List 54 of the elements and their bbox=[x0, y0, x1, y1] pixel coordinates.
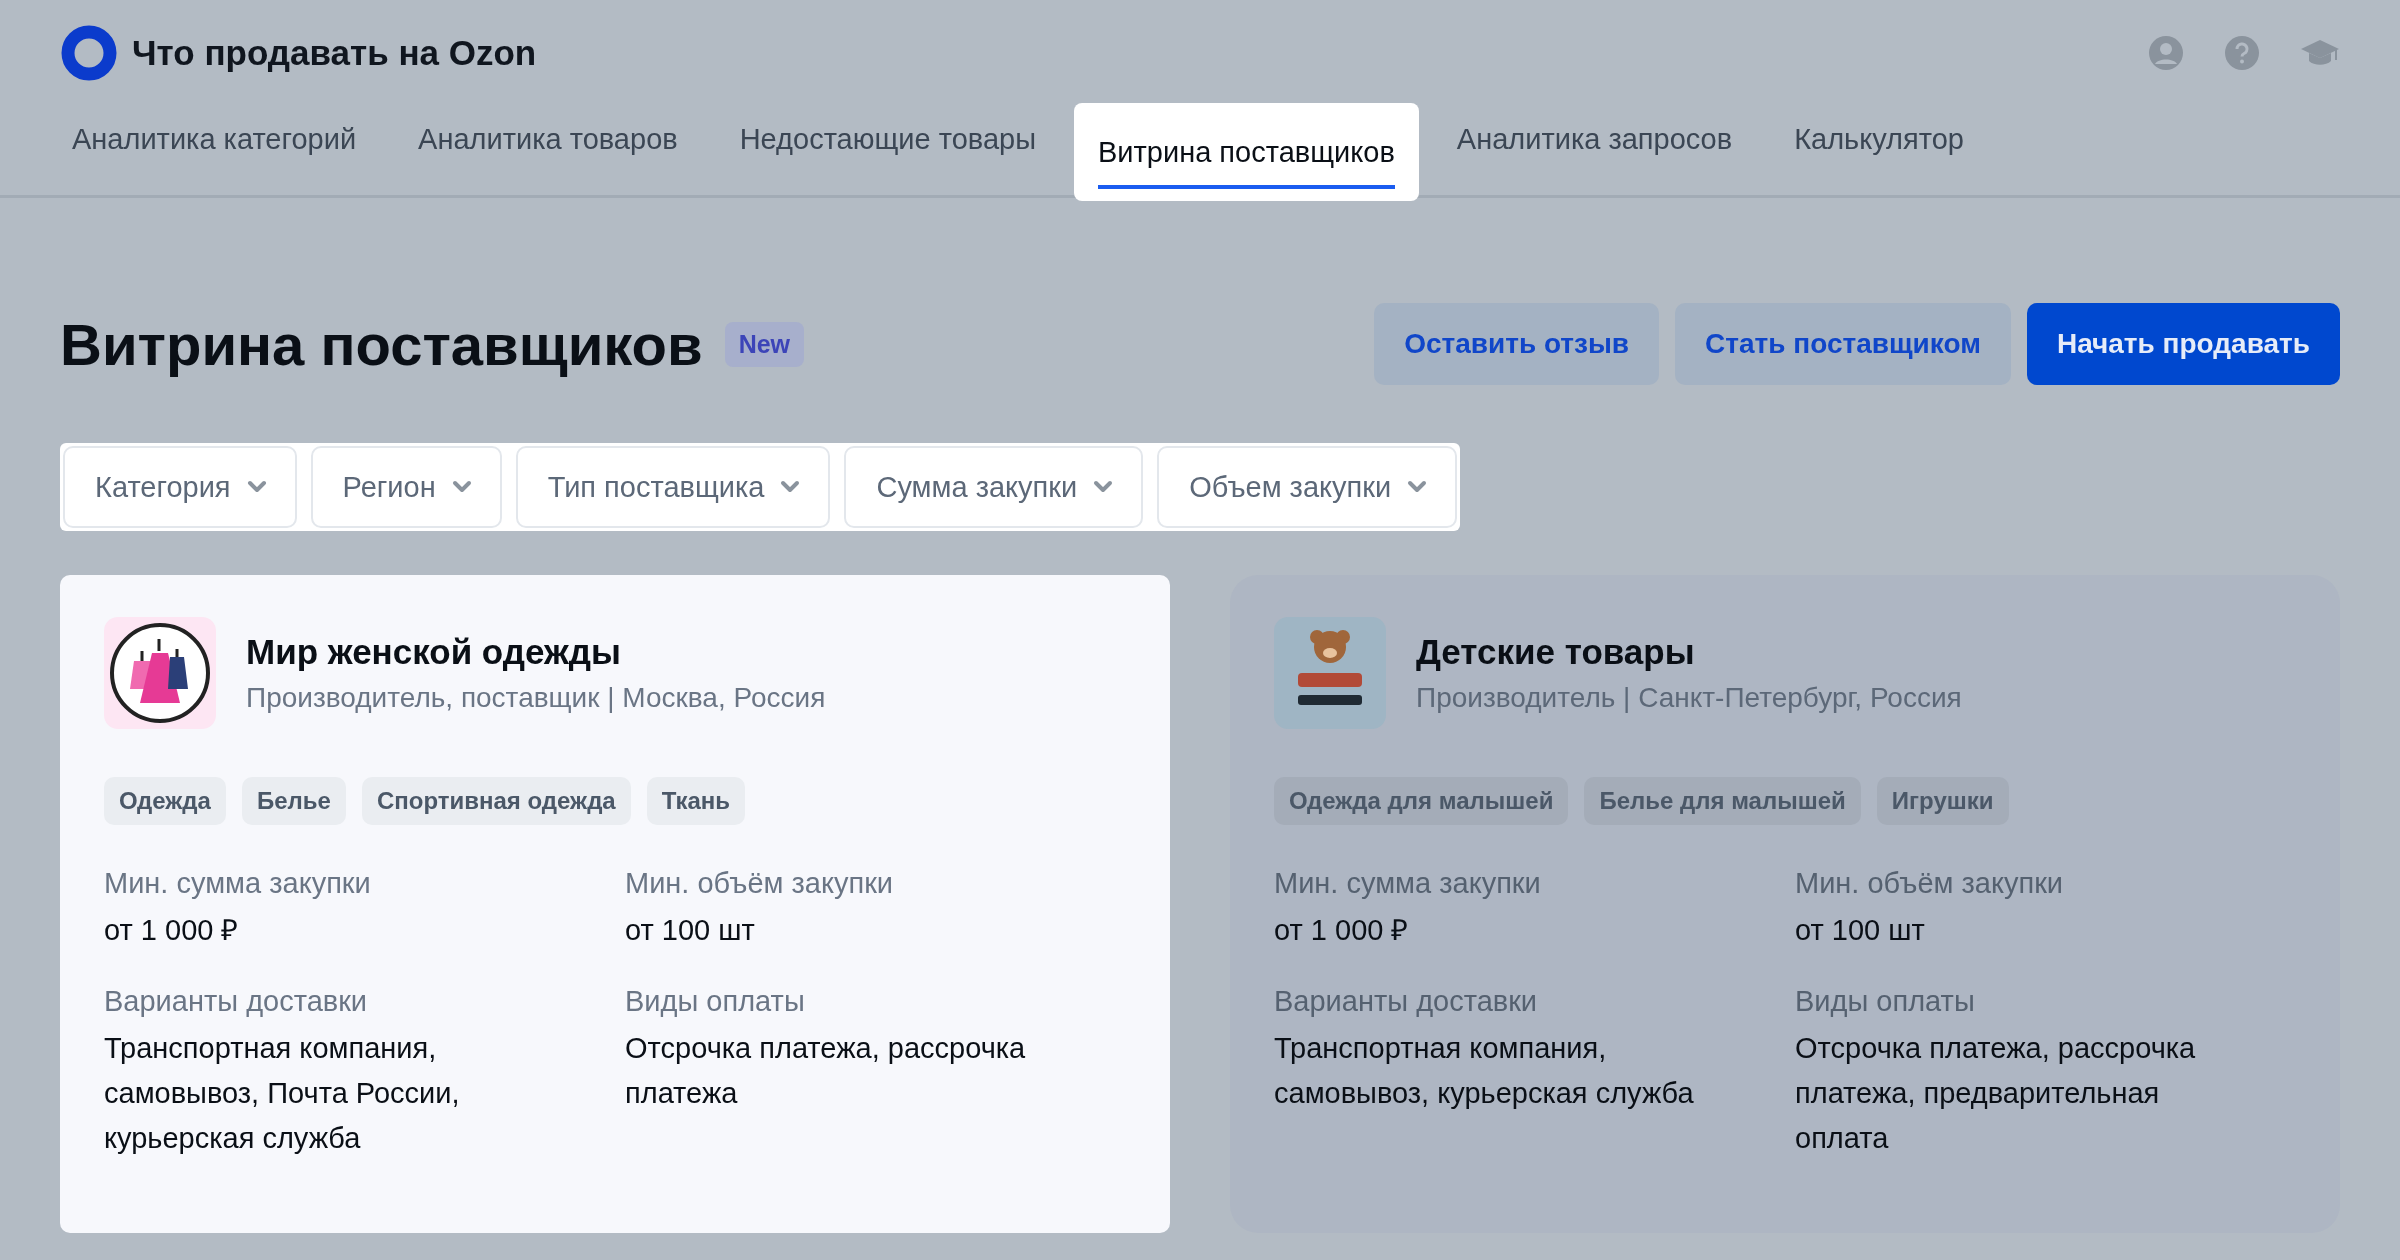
help-icon[interactable] bbox=[2224, 34, 2260, 71]
field-label: Виды оплаты bbox=[625, 985, 806, 1018]
field-label: Мин. объём закупки bbox=[625, 867, 895, 900]
field-label: Мин. объём закупки bbox=[1795, 867, 2065, 900]
category-tag: Игрушки bbox=[1876, 777, 2009, 825]
field-label: Варианты доставки bbox=[1274, 985, 1539, 1018]
supplier-name: Детские товары bbox=[1416, 632, 1696, 672]
chevron-down-icon bbox=[451, 480, 472, 494]
tab[interactable]: Витрина поставщиков bbox=[1074, 103, 1419, 201]
tab[interactable]: Аналитика категорий bbox=[60, 105, 369, 195]
category-tag: Белье для малышей bbox=[1584, 777, 1861, 825]
new-badge: New bbox=[724, 321, 805, 367]
chevron-down-icon bbox=[1407, 480, 1428, 494]
app-title: Что продавать на Ozon bbox=[132, 32, 537, 73]
tab[interactable]: Аналитика запросов bbox=[1444, 105, 1745, 195]
field-label: Варианты доставки bbox=[104, 985, 369, 1018]
field-value: Транспортная компания, самовывоз, курьерская служба bbox=[1274, 1031, 1695, 1111]
supplier-name: Мир женской одежды bbox=[246, 632, 622, 672]
action-button[interactable]: Стать поставщиком bbox=[1675, 303, 2011, 385]
category-tag: Ткань bbox=[646, 777, 746, 825]
field-label: Мин. сумма закупки bbox=[104, 867, 372, 900]
filter-dropdown[interactable]: Объем закупки bbox=[1157, 446, 1458, 528]
category-tag: Одежда для малышей bbox=[1274, 777, 1569, 825]
tab[interactable]: Недостающие товары bbox=[727, 105, 1048, 195]
filter-dropdown[interactable]: Сумма закупки bbox=[844, 446, 1144, 528]
bear-logo-icon bbox=[1274, 617, 1386, 729]
user-icon[interactable] bbox=[2148, 34, 2184, 71]
filter-dropdown[interactable]: Категория bbox=[63, 446, 297, 528]
tab[interactable]: Калькулятор bbox=[1782, 105, 1976, 195]
start-selling-button[interactable]: Начать продавать bbox=[2026, 303, 2340, 385]
filter-dropdown[interactable]: Регион bbox=[310, 446, 502, 528]
supplier-description: Производитель | Санкт-Петербург, Россия bbox=[1416, 682, 1962, 714]
field-value: от 100 шт bbox=[1795, 913, 1926, 948]
supplier-description: Производитель, поставщик | Москва, Россия bbox=[246, 682, 826, 714]
page-title: Витрина поставщиков bbox=[60, 310, 703, 378]
field-value: Отсрочка платежа, рассрочка платежа bbox=[625, 1031, 1027, 1111]
ring-logo-icon bbox=[60, 23, 118, 82]
field-value: Отсрочка платежа, рассрочка платежа, предварительная оплата bbox=[1795, 1031, 2197, 1156]
dresses-logo-icon bbox=[104, 617, 216, 729]
category-tag: Спортивная одежда bbox=[361, 777, 631, 825]
field-label: Виды оплаты bbox=[1795, 985, 1976, 1018]
filter-dropdown[interactable]: Тип поставщика bbox=[515, 446, 831, 528]
category-tag: Белье bbox=[241, 777, 346, 825]
field-label: Мин. сумма закупки bbox=[1274, 867, 1542, 900]
field-value: от 1 000 ₽ bbox=[104, 913, 240, 948]
field-value: от 1 000 ₽ bbox=[1274, 913, 1410, 948]
chevron-down-icon bbox=[1093, 480, 1114, 494]
category-tag: Одежда bbox=[104, 777, 226, 825]
tab[interactable]: Аналитика товаров bbox=[406, 105, 690, 195]
field-value: от 100 шт bbox=[625, 913, 756, 948]
action-button[interactable]: Оставить отзыв bbox=[1374, 303, 1660, 385]
chevron-down-icon bbox=[246, 480, 267, 494]
field-value: Транспортная компания, самовывоз, Почта России, курьерская служба bbox=[104, 1031, 461, 1156]
chevron-down-icon bbox=[780, 480, 801, 494]
